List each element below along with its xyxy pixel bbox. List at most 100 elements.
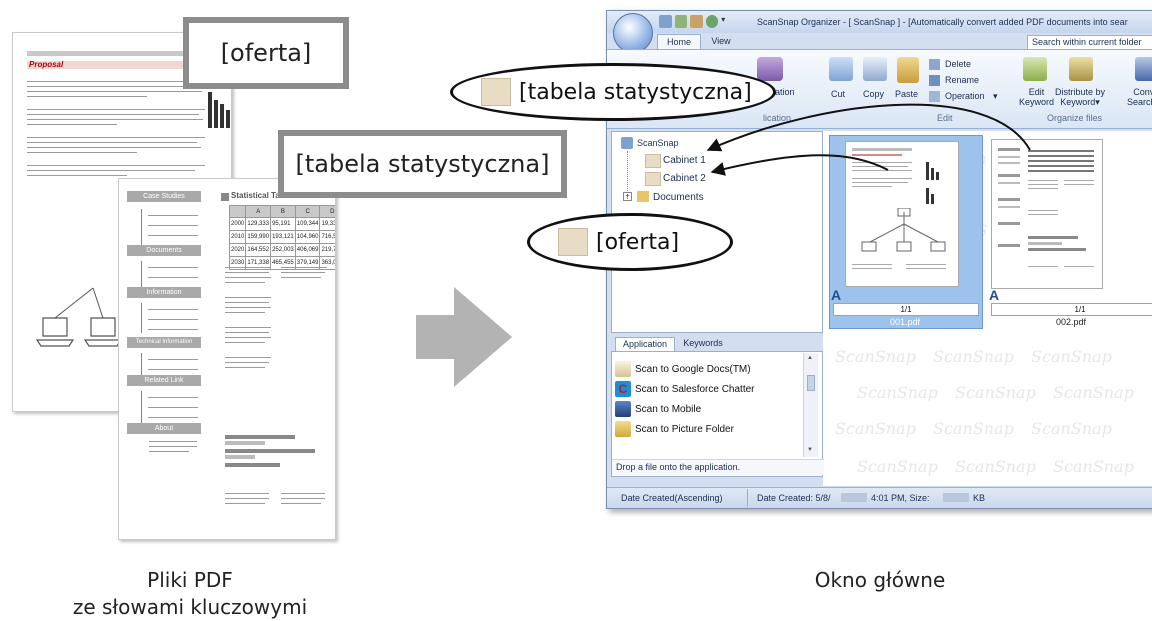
stats-bar-chart <box>225 435 325 475</box>
application-partial-label[interactable]: ation <box>775 87 795 97</box>
pdf-document-statistics: Case Studies Documents Information Techn… <box>118 178 336 540</box>
ocr-indicator-icon: A <box>831 287 842 303</box>
tree-item-cabinet-1[interactable]: Cabinet 1 <box>663 155 706 166</box>
thumbnail-001-page <box>845 141 959 287</box>
stats-text-block <box>225 267 331 427</box>
scroll-up-icon[interactable]: ▲ <box>807 355 813 361</box>
watermark: ScanSnap <box>955 457 1036 476</box>
watermark: ScanSnap <box>933 347 1014 366</box>
stats-sidebar-list-2 <box>141 303 202 333</box>
tab-home[interactable]: Home <box>657 34 701 49</box>
tab-keywords[interactable]: Keywords <box>677 337 729 350</box>
tab-application[interactable]: Application <box>615 337 675 351</box>
edit-keyword-icon[interactable] <box>1023 57 1047 81</box>
watermark: ScanSnap <box>1031 347 1112 366</box>
tree-item-cabinet-2[interactable]: Cabinet 2 <box>663 173 706 184</box>
list-item[interactable]: Scan to Picture Folder <box>615 421 734 437</box>
application-list-scrollbar[interactable]: ▲ ▼ <box>803 353 818 457</box>
group-organize-files-label: Organize files <box>1047 113 1103 123</box>
tree-item-documents[interactable]: Documents <box>653 192 704 203</box>
list-item[interactable]: C Scan to Salesforce Chatter <box>615 381 755 397</box>
cabinet-keyword-icon <box>558 228 588 256</box>
app-orb-icon[interactable] <box>613 13 653 53</box>
rename-icon[interactable] <box>929 75 940 86</box>
rename-button[interactable]: Rename <box>945 75 979 85</box>
keyword-tag-tabela: [tabela statystyczna] <box>278 130 567 198</box>
tab-view[interactable]: View <box>703 34 739 48</box>
cabinet-1-icon <box>645 154 661 168</box>
tree-item-scansnap[interactable]: ScanSnap <box>637 138 679 148</box>
watermark: ScanSnap <box>933 419 1014 438</box>
stats-about-text <box>149 441 199 461</box>
drop-hint-bar: Drop a file onto the application. <box>612 459 824 475</box>
doc-header-bar <box>27 51 207 56</box>
status-date-created: Date Created: 5/8/ <box>757 493 831 503</box>
status-time-size: 4:01 PM, Size: <box>871 493 930 503</box>
proposal-text-block <box>27 81 207 176</box>
scroll-thumb[interactable] <box>807 375 815 391</box>
delete-icon[interactable] <box>929 59 940 70</box>
window-title: ScanSnap Organizer - [ ScanSnap ] - [Aut… <box>757 17 1128 27</box>
edit-keyword-button[interactable]: Edit Keyword <box>1019 87 1054 107</box>
table-row: 2000 129,333 95,191 109,344 19,333 <box>228 217 335 231</box>
stats-sidebar-label-3: Technical Information <box>127 337 201 348</box>
stats-sidebar-label-1: Documents <box>127 245 201 256</box>
proposal-heading: Proposal <box>29 60 64 69</box>
statistics-table: A B C D 2000 129,333 95,191 109,344 19,3… <box>228 205 335 270</box>
paste-button[interactable]: Paste <box>895 89 918 99</box>
watermark: ScanSnap <box>1053 383 1134 402</box>
tree-expander-icon[interactable]: + <box>623 192 632 201</box>
cut-icon[interactable] <box>829 57 853 81</box>
stats-sidebar-list-4 <box>141 391 202 423</box>
delete-button[interactable]: Delete <box>945 59 971 69</box>
group-application-label: lication <box>763 113 792 123</box>
operation-dropdown-icon[interactable]: ▾ <box>993 91 998 101</box>
thumbnail-002-page <box>991 139 1103 289</box>
proposal-bar-chart-1 <box>208 88 231 128</box>
operation-button[interactable]: Operation <box>945 91 985 101</box>
documents-folder-icon <box>637 191 649 202</box>
thumbnail-001-name: 001.pdf <box>889 317 921 327</box>
stats-sidebar-label-4: Related Link <box>127 375 201 386</box>
stats-footer-text <box>225 493 331 523</box>
table-header-row: A B C D <box>228 205 335 218</box>
distribute-icon[interactable] <box>1069 57 1093 81</box>
stats-sidebar-label-2: Information <box>127 287 201 298</box>
copy-icon[interactable] <box>863 57 887 81</box>
watermark: ScanSnap <box>1031 419 1112 438</box>
distribute-by-keyword-button[interactable]: Distribute by Keyword▾ <box>1055 87 1105 107</box>
application-ribbon-icon[interactable] <box>757 57 783 81</box>
qat-undo-icon[interactable] <box>690 15 703 28</box>
mobile-icon <box>615 401 631 417</box>
watermark: ScanSnap <box>857 383 938 402</box>
table-row: 2020 164,552 252,003 406,069 219,793 <box>228 243 335 257</box>
quick-access-toolbar[interactable]: ▾ <box>659 15 729 29</box>
stats-sidebar-label-5: About <box>127 423 201 434</box>
watermark: ScanSnap <box>955 383 1036 402</box>
stats-sidebar-label-0: Case Studies <box>127 191 201 202</box>
qat-refresh-icon[interactable] <box>705 15 719 28</box>
page-counter-001: 1/1 <box>833 303 979 316</box>
qat-save-icon[interactable] <box>659 15 672 28</box>
list-item[interactable]: Scan to Mobile <box>615 401 701 417</box>
watermark: ScanSnap <box>835 347 916 366</box>
picture-folder-icon <box>615 421 631 437</box>
callout-oferta: [oferta] <box>527 213 733 271</box>
paste-icon[interactable] <box>897 57 919 83</box>
status-size-unit: KB <box>973 493 986 503</box>
qat-dropdown-icon[interactable]: ▾ <box>721 15 729 28</box>
stats-heading-marker <box>221 193 229 201</box>
google-docs-icon <box>615 361 631 377</box>
caption-main-window: Okno główne <box>814 568 946 592</box>
scroll-down-icon[interactable]: ▼ <box>807 447 813 453</box>
list-item[interactable]: Scan to Google Docs(TM) <box>615 361 751 377</box>
operation-icon[interactable] <box>929 91 940 102</box>
copy-button[interactable]: Copy <box>863 89 884 99</box>
cut-button[interactable]: Cut <box>831 89 845 99</box>
status-redacted-date <box>841 493 867 502</box>
watermark: ScanSnap <box>1053 457 1134 476</box>
convert-searchable-button[interactable]: ConvSearcha <box>1127 87 1152 107</box>
search-within-folder-button[interactable]: Search within current folder <box>1027 35 1152 50</box>
convert-icon[interactable] <box>1135 57 1152 81</box>
qat-print-icon[interactable] <box>674 15 688 28</box>
